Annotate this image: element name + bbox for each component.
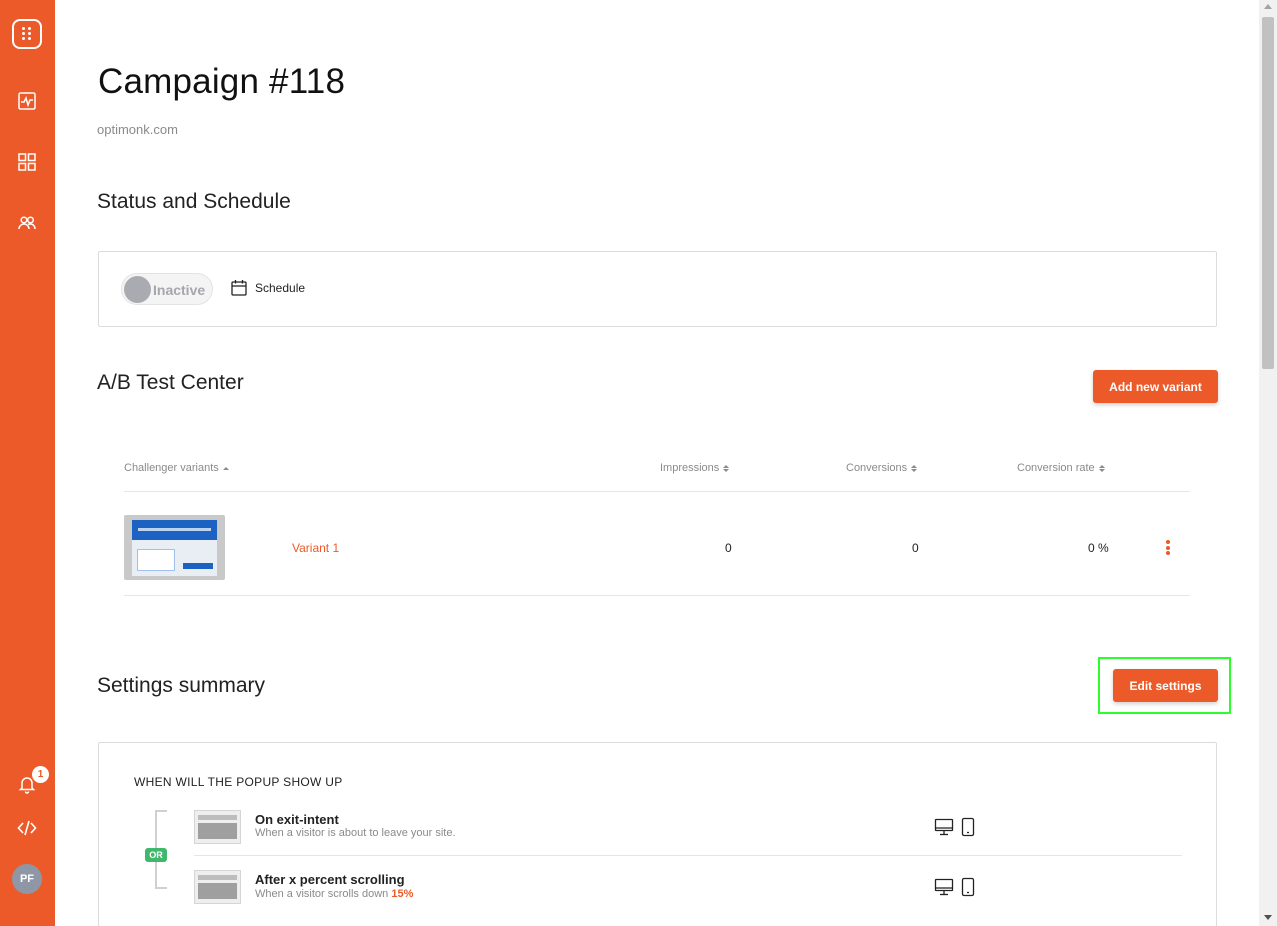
avatar[interactable]: PF [12,864,42,894]
sidebar: 1 PF [0,0,55,926]
campaigns-grid-icon[interactable] [16,151,38,173]
schedule-label: Schedule [255,280,306,295]
table-divider [124,491,1190,492]
schedule-button[interactable]: Schedule [231,279,305,296]
col-header-conversions[interactable]: Conversions [846,462,918,474]
desktop-icon [934,878,954,896]
trigger-title: On exit-intent [255,812,339,827]
or-badge: OR [145,848,167,862]
table-divider [124,595,1190,596]
trigger-desc: When a visitor scrolls down 15% [255,888,414,900]
users-icon[interactable] [16,212,38,234]
ab-section-title: A/B Test Center [97,371,244,394]
status-card: Inactive Schedule [98,251,1217,327]
add-new-variant-button[interactable]: Add new variant [1093,370,1218,403]
variant-conversions: 0 [912,541,919,555]
trigger-desc: When a visitor is about to leave your si… [255,827,456,839]
variant-conversion-rate: 0 % [1088,541,1109,555]
logo-icon[interactable] [12,19,42,49]
toggle-label: Inactive [153,282,206,298]
desktop-icon [934,818,954,836]
col-header-label: Challenger variants [124,462,219,474]
status-toggle[interactable]: Inactive [121,273,213,305]
trigger-title: After x percent scrolling [255,872,405,887]
col-header-label: Conversion rate [1017,462,1095,474]
col-header-label: Conversions [846,462,908,474]
sort-icon [911,464,918,472]
toggle-knob [124,276,151,303]
col-header-label: Impressions [660,462,720,474]
edit-settings-button[interactable]: Edit settings [1113,669,1218,702]
scroll-up-icon[interactable] [1264,4,1272,9]
notification-badge: 1 [32,766,49,783]
scroll-percent-value: 15% [391,888,414,900]
sort-icon [1098,464,1105,472]
exit-intent-thumbnail [194,810,241,844]
trigger-divider [194,855,1182,856]
campaign-domain: optimonk.com [97,122,178,137]
col-header-challenger[interactable]: Challenger variants [124,462,229,474]
scroll-thumbnail [194,870,241,904]
scroll-thumb[interactable] [1262,17,1274,369]
page-title: Campaign #118 [98,62,346,101]
scroll-down-icon[interactable] [1264,915,1272,920]
variant-thumbnail[interactable] [124,515,225,580]
code-icon[interactable] [16,817,38,839]
mobile-icon [961,817,975,837]
sort-icon [723,464,730,472]
variant-impressions: 0 [725,541,732,555]
mobile-icon [961,877,975,897]
calendar-icon [231,280,247,296]
page-scrollbar[interactable] [1259,0,1277,926]
analytics-icon[interactable] [16,90,38,112]
settings-section-title: Settings summary [97,674,266,697]
sort-asc-icon [222,466,229,470]
kebab-menu-icon[interactable] [1166,540,1170,555]
when-show-title: WHEN WILL THE POPUP SHOW UP [134,775,343,789]
variant-name-link[interactable]: Variant 1 [292,541,339,555]
status-section-title: Status and Schedule [97,190,291,213]
col-header-impressions[interactable]: Impressions [660,462,730,474]
col-header-conversion-rate[interactable]: Conversion rate [1017,462,1105,474]
